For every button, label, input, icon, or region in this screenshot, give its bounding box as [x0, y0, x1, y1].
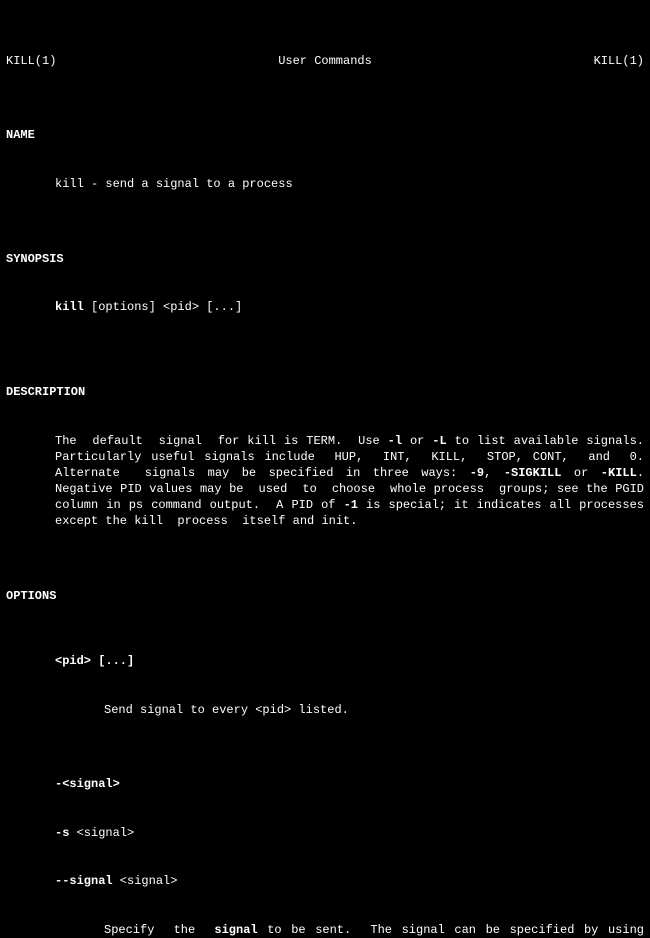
- section-name-body: kill - send a signal to a process: [55, 176, 644, 192]
- header-left: KILL(1): [6, 53, 56, 69]
- option-pid-term: <pid> [...]: [55, 653, 644, 669]
- section-name-heading: NAME: [6, 127, 644, 143]
- manpage-header: KILL(1) User Commands KILL(1): [6, 53, 644, 69]
- option-signal-term-2: -s <signal>: [55, 825, 644, 841]
- synopsis-args: [options] <pid> [...]: [84, 300, 242, 314]
- option-pid-desc: Send signal to every <pid> listed.: [104, 702, 644, 718]
- header-center: User Commands: [278, 53, 372, 69]
- section-description-body: The default signal for kill is TERM. Use…: [55, 433, 644, 530]
- manpage-document: KILL(1) User Commands KILL(1) NAME kill …: [0, 0, 650, 938]
- option-signal-term-3: --signal <signal>: [55, 873, 644, 889]
- header-right: KILL(1): [594, 53, 644, 69]
- section-synopsis-heading: SYNOPSIS: [6, 251, 644, 267]
- option-signal-term-1: -<signal>: [55, 776, 644, 792]
- section-description-heading: DESCRIPTION: [6, 384, 644, 400]
- section-options-heading: OPTIONS: [6, 588, 644, 604]
- option-signal-desc: Specify the signal to be sent. The signa…: [104, 922, 644, 938]
- synopsis-cmd: kill: [55, 300, 84, 314]
- section-synopsis-body: kill [options] <pid> [...]: [55, 299, 644, 315]
